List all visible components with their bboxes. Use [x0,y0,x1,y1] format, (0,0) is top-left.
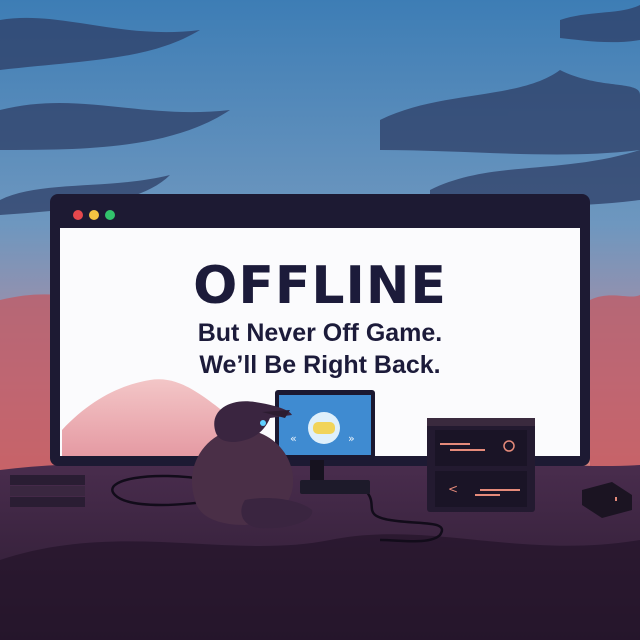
subtitle-line-1: But Never Off Game. [197,319,443,347]
console-cabinet: < [427,418,535,512]
minimize-button[interactable] [89,210,99,220]
close-button[interactable] [73,210,83,220]
book-stack [10,475,85,507]
maximize-button[interactable] [105,210,115,220]
far-hills-right [590,295,640,480]
fast-forward-icon: » [348,432,355,445]
rewind-icon: « [290,432,297,445]
ground-shadow [0,534,640,640]
offline-title: OFFLINE [193,256,447,316]
subtitle-line-2: We’ll Be Right Back. [199,351,441,379]
svg-text:<: < [448,482,458,496]
